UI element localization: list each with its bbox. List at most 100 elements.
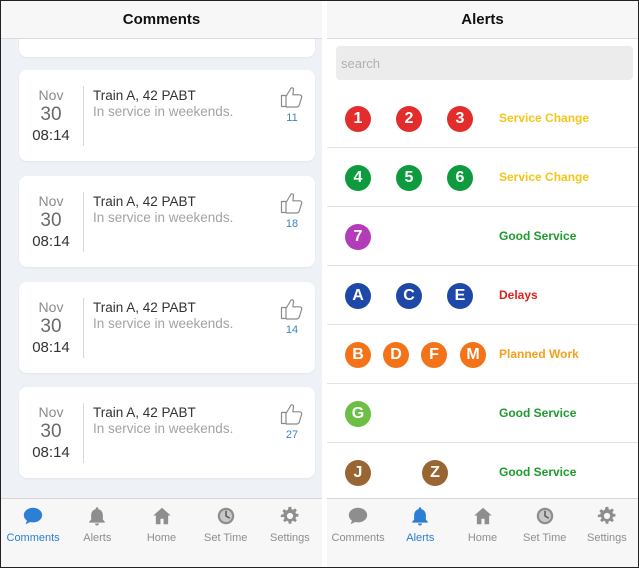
clock-icon (217, 507, 234, 525)
comment-body: In service in weekends. (93, 104, 234, 119)
route-bullet: D (383, 342, 409, 368)
home-icon (152, 507, 171, 525)
comment-card-partial[interactable] (19, 39, 315, 57)
comment-month: Nov (38, 193, 64, 209)
alert-row[interactable]: 7 Good Service (327, 207, 638, 266)
route-bullet: C (396, 283, 422, 309)
tab-set-time[interactable]: Set Time (514, 499, 576, 567)
route-bullet: E (447, 283, 473, 309)
thumbs-up-icon (280, 87, 303, 108)
tab-bar: Comments Alerts Home Set Time Settings (1, 498, 322, 567)
tab-label: Home (146, 532, 177, 544)
comment-time: 08:14 (32, 127, 70, 144)
alerts-screen: Alerts 1 2 3 Service Change 4 5 6 Servic… (327, 1, 638, 567)
comments-screen: Comments Nov 30 08:14 Train A, 42 PABT I… (1, 1, 322, 567)
route-bullet: A (345, 283, 371, 309)
route-bullet: 7 (345, 224, 371, 250)
comment-title: Train A, 42 PABT (93, 300, 196, 315)
alert-row[interactable]: 1 2 3 Service Change (327, 89, 638, 148)
bell-icon (89, 507, 106, 526)
comment-date: Nov 30 08:14 (19, 193, 83, 252)
tab-settings[interactable]: Settings (258, 499, 322, 567)
comment-card[interactable]: Nov 30 08:14 Train A, 42 PABT In service… (19, 387, 315, 478)
comment-month: Nov (38, 404, 64, 420)
route-bullet: J (345, 460, 371, 486)
search-bar (327, 39, 638, 89)
like-button[interactable]: 18 (279, 192, 305, 230)
tab-label: Settings (270, 532, 310, 544)
service-status: Good Service (499, 229, 577, 243)
route-bullet: 5 (396, 165, 422, 191)
alerts-list[interactable]: 1 2 3 Service Change 4 5 6 Service Chang… (327, 89, 638, 498)
service-status: Planned Work (499, 347, 579, 361)
comment-title: Train A, 42 PABT (93, 405, 196, 420)
tab-home[interactable]: Home (451, 499, 513, 567)
thumbs-up-icon (280, 404, 303, 425)
comment-card[interactable]: Nov 30 08:14 Train A, 42 PABT In service… (19, 282, 315, 373)
alert-row[interactable]: J Z Good Service (327, 443, 638, 498)
route-bullet: B (345, 342, 371, 368)
route-bullet: M (460, 342, 486, 368)
search-input[interactable] (336, 46, 633, 80)
comment-date: Nov 30 08:14 (19, 87, 83, 146)
tab-comments[interactable]: Comments (1, 499, 65, 567)
service-status: Good Service (499, 406, 577, 420)
route-bullet: 2 (396, 106, 422, 132)
comment-card[interactable]: Nov 30 08:14 Train A, 42 PABT In service… (19, 176, 315, 267)
tab-label: Set Time (523, 532, 567, 544)
alert-row[interactable]: G Good Service (327, 384, 638, 443)
bell-icon (412, 507, 429, 526)
chat-bubble-icon (23, 507, 43, 525)
alert-row[interactable]: B D F M Planned Work (327, 325, 638, 384)
comment-day: 30 (40, 421, 62, 442)
like-button[interactable]: 14 (279, 298, 305, 336)
comment-date: Nov 30 08:14 (19, 404, 83, 463)
route-bullet: G (345, 401, 371, 427)
comments-navbar: Comments (1, 1, 322, 39)
tab-label: Comments (6, 532, 60, 544)
comment-time: 08:14 (32, 233, 70, 250)
comments-list[interactable]: Nov 30 08:14 Train A, 42 PABT In service… (1, 39, 322, 498)
tab-label: Alerts (83, 532, 112, 544)
thumbs-up-icon (280, 193, 303, 214)
card-divider (83, 192, 84, 252)
comment-body: In service in weekends. (93, 316, 234, 331)
chat-bubble-icon (348, 507, 368, 525)
like-button[interactable]: 11 (279, 86, 305, 124)
card-divider (83, 86, 84, 146)
comment-month: Nov (38, 299, 64, 315)
tab-alerts[interactable]: Alerts (65, 499, 129, 567)
comment-month: Nov (38, 87, 64, 103)
thumbs-up-icon (280, 299, 303, 320)
comment-date: Nov 30 08:14 (19, 299, 83, 358)
tab-comments[interactable]: Comments (327, 499, 389, 567)
comment-card[interactable]: Nov 30 08:14 Train A, 42 PABT In service… (19, 70, 315, 161)
comment-title: Train A, 42 PABT (93, 88, 196, 103)
tab-label: Home (467, 532, 498, 544)
comment-body: In service in weekends. (93, 421, 234, 436)
tab-home[interactable]: Home (129, 499, 193, 567)
gear-icon (280, 506, 299, 524)
alert-row[interactable]: 4 5 6 Service Change (327, 148, 638, 207)
alert-row[interactable]: A C E Delays (327, 266, 638, 325)
clock-icon (536, 507, 553, 525)
tab-label: Alerts (406, 532, 435, 544)
tab-label: Set Time (204, 532, 248, 544)
service-status: Delays (499, 288, 538, 302)
comment-time: 08:14 (32, 339, 70, 356)
page-title: Comments (122, 11, 201, 28)
alerts-navbar: Alerts (327, 1, 638, 39)
tab-set-time[interactable]: Set Time (194, 499, 258, 567)
tab-label: Settings (587, 532, 627, 544)
route-bullet: 4 (345, 165, 371, 191)
tab-bar: Comments Alerts Home Set Time Settings (327, 498, 638, 567)
home-icon (473, 507, 492, 525)
route-bullet: F (421, 342, 447, 368)
like-button[interactable]: 27 (279, 403, 305, 441)
route-bullet: Z (422, 460, 448, 486)
tab-alerts[interactable]: Alerts (389, 499, 451, 567)
comment-day: 30 (40, 210, 62, 231)
like-count: 18 (285, 218, 299, 230)
tab-settings[interactable]: Settings (576, 499, 638, 567)
card-divider (83, 298, 84, 358)
